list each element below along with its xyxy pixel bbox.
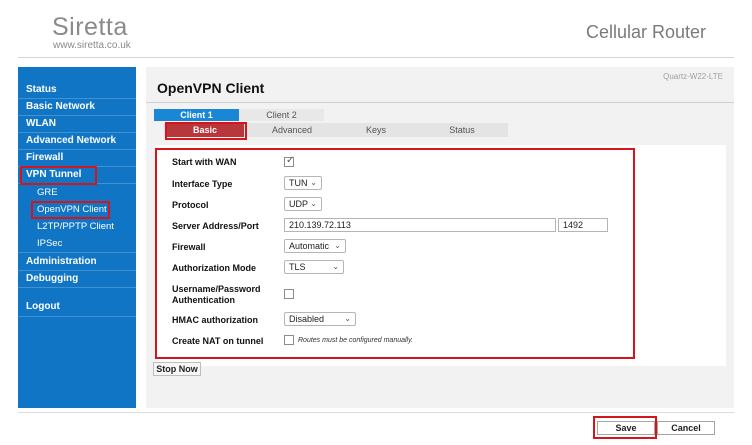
authorization-mode-label: Authorization Mode — [172, 263, 256, 273]
sidebar-item-firewall[interactable]: Firewall — [18, 149, 136, 166]
interface-type-label: Interface Type — [172, 179, 233, 189]
sidebar-divider — [18, 287, 136, 288]
authentication-label: Authentication — [172, 295, 235, 305]
tab-status[interactable]: Status — [422, 123, 502, 137]
username-password-label: Username/Password — [172, 284, 261, 294]
interface-type-select[interactable]: TUN ⌄ — [284, 176, 322, 190]
create-nat-label: Create NAT on tunnel — [172, 336, 264, 346]
hmac-authorization-select[interactable]: Disabled ⌄ — [284, 312, 356, 326]
sidebar-item-logout[interactable]: Logout — [18, 298, 136, 315]
hmac-authorization-label: HMAC authorization — [172, 315, 258, 325]
sidebar-item-basic-network[interactable]: Basic Network — [18, 98, 136, 115]
firewall-value: Automatic — [289, 241, 330, 251]
server-port-input[interactable]: 1492 — [558, 218, 608, 232]
brand-url: www.siretta.co.uk — [53, 40, 131, 51]
tab-client-1[interactable]: Client 1 — [154, 109, 239, 121]
brand-name: Siretta — [52, 13, 128, 41]
model-label: Quartz-W22-LTE — [663, 72, 723, 81]
sidebar-item-administration[interactable]: Administration — [18, 253, 136, 270]
main-panel: Quartz-W22-LTE OpenVPN Client Client 1 C… — [146, 67, 734, 408]
hmac-authorization-value: Disabled — [289, 314, 325, 324]
authorization-mode-select[interactable]: TLS ⌄ — [284, 260, 344, 274]
chevron-down-icon: ⌄ — [344, 314, 351, 323]
chevron-down-icon: ⌄ — [310, 199, 317, 208]
sub-tab-bar: Basic Advanced Keys Status — [164, 123, 508, 137]
page-title: OpenVPN Client — [157, 80, 265, 96]
create-nat-hint: Routes must be configured manually. — [298, 337, 414, 344]
firewall-label: Firewall — [172, 242, 206, 252]
username-password-checkbox[interactable] — [284, 289, 294, 299]
protocol-label: Protocol — [172, 200, 209, 210]
sidebar-item-advanced-network[interactable]: Advanced Network — [18, 132, 136, 149]
cancel-button[interactable]: Cancel — [657, 421, 715, 435]
brand-logo: Siretta www.siretta.co.uk — [52, 14, 131, 51]
sidebar-item-status[interactable]: Status — [18, 81, 136, 98]
tab-advanced[interactable]: Advanced — [252, 123, 332, 137]
interface-type-value: TUN — [289, 178, 308, 188]
sidebar-subitem-l2tp-pptp-client[interactable]: L2TP/PPTP Client — [18, 218, 136, 235]
stop-now-button[interactable]: Stop Now — [153, 362, 201, 376]
authorization-mode-value: TLS — [289, 262, 306, 272]
sidebar-subitem-ipsec[interactable]: IPSec — [18, 235, 136, 252]
sidebar-divider — [18, 316, 136, 317]
footer-divider — [18, 412, 734, 413]
server-address-input[interactable]: 210.139.72.113 — [284, 218, 556, 232]
header-divider — [18, 57, 734, 58]
tab-client-2[interactable]: Client 2 — [239, 109, 324, 121]
sidebar-item-debugging[interactable]: Debugging — [18, 270, 136, 287]
sidebar-item-wlan[interactable]: WLAN — [18, 115, 136, 132]
sidebar-subitem-openvpn-client[interactable]: OpenVPN Client — [18, 201, 136, 218]
chevron-down-icon: ⌄ — [310, 178, 317, 187]
checkmark-icon: ✓ — [286, 155, 295, 166]
save-button[interactable]: Save — [597, 421, 655, 435]
sidebar-item-vpn-tunnel[interactable]: VPN Tunnel — [18, 166, 136, 183]
chevron-down-icon: ⌄ — [332, 262, 339, 271]
product-title: Cellular Router — [586, 22, 707, 42]
tab-keys[interactable]: Keys — [336, 123, 416, 137]
create-nat-checkbox[interactable] — [284, 335, 294, 345]
chevron-down-icon: ⌄ — [334, 241, 341, 250]
firewall-select[interactable]: Automatic ⌄ — [284, 239, 346, 253]
protocol-select[interactable]: UDP ⌄ — [284, 197, 322, 211]
title-divider — [146, 102, 734, 103]
tab-basic[interactable]: Basic — [166, 123, 244, 137]
sidebar-subitem-gre[interactable]: GRE — [18, 184, 136, 201]
start-with-wan-checkbox[interactable]: ✓ — [284, 155, 295, 167]
protocol-value: UDP — [289, 199, 309, 209]
basic-settings-form: Start with WAN ✓ Interface Type TUN ⌄ Pr… — [156, 145, 726, 366]
server-address-label: Server Address/Port — [172, 221, 259, 231]
start-with-wan-label: Start with WAN — [172, 157, 237, 167]
sidebar: Status Basic Network WLAN Advanced Netwo… — [18, 67, 136, 408]
